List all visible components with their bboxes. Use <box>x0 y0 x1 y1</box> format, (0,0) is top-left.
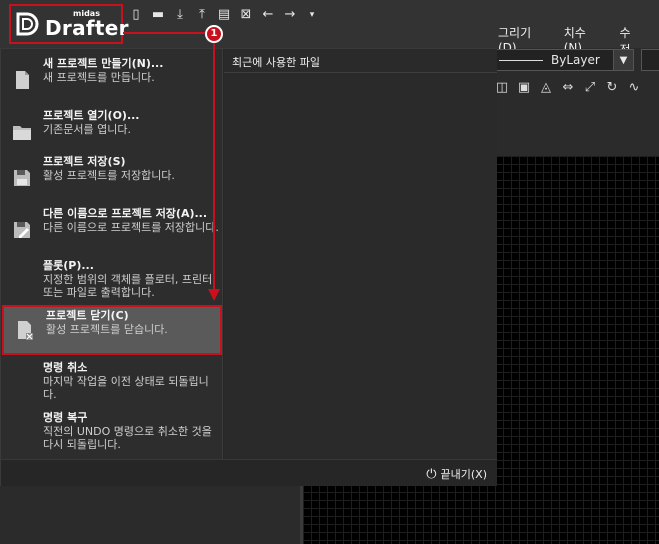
plot-icon <box>1 257 43 305</box>
menu-item-close-project[interactable]: 프로젝트 닫기(C) 활성 프로젝트를 닫습니다. <box>2 305 222 355</box>
annotation-line <box>123 32 214 34</box>
menu-item-new-project[interactable]: 새 프로젝트 만들기(N)... 새 프로젝트를 만듭니다. <box>1 55 222 105</box>
menu-item-undo[interactable]: 명령 취소 마지막 작업을 이전 상태로 되돌립니다. <box>1 359 222 409</box>
menu-item-title: 플롯(P)... <box>43 259 94 272</box>
divider <box>224 72 497 73</box>
open-folder-icon <box>1 107 43 157</box>
linetype-select[interactable]: ByLayer ▼ <box>494 49 634 71</box>
pyramid-icon[interactable]: ◬ <box>538 80 554 96</box>
open-folder-icon[interactable]: ▬ <box>150 7 166 23</box>
export-icon[interactable]: ⤒ <box>194 7 210 23</box>
menu-item-title: 프로젝트 닫기(C) <box>46 309 129 322</box>
rotate-icon[interactable]: ↻ <box>604 80 620 96</box>
menu-item-open-project[interactable]: 프로젝트 열기(O)... 기존문서를 엽니다. <box>1 107 222 157</box>
menu-item-save-as[interactable]: 다른 이름으로 프로젝트 저장(A)... 다른 이름으로 프로젝트를 저장합니… <box>1 205 222 255</box>
close-doc-icon[interactable]: ⊠ <box>238 7 254 23</box>
power-icon: ⏻ <box>426 466 437 482</box>
new-project-icon <box>1 55 43 105</box>
menu-item-title: 새 프로젝트 만들기(N)... <box>43 57 164 70</box>
menu-item-plot[interactable]: 플롯(P)... 지정한 범위의 객체를 플로터, 프린터 또는 파일로 출력합… <box>1 257 222 305</box>
file-menu-panel: 새 프로젝트 만들기(N)... 새 프로젝트를 만듭니다. 프로젝트 열기(O… <box>0 48 497 486</box>
exit-button[interactable]: ⏻ 끝내기(X) <box>426 466 487 482</box>
import-icon[interactable]: ⤓ <box>172 7 188 23</box>
menu-item-redo[interactable]: 명령 복구 직전의 UNDO 명령으로 취소한 것을 다시 되돌립니다. <box>1 409 222 459</box>
undo-icon[interactable]: ← <box>260 7 276 23</box>
close-project-icon <box>4 307 46 353</box>
new-icon[interactable]: ▯ <box>128 7 144 23</box>
menu-item-desc: 기존문서를 엽니다. <box>43 123 131 136</box>
recent-files-pane: 최근에 사용한 파일 <box>224 49 497 459</box>
scale-icon[interactable]: ⤢ <box>582 80 598 96</box>
print-icon[interactable]: ▤ <box>216 7 232 23</box>
linetype-value: ByLayer <box>551 53 600 67</box>
cube-icon[interactable]: ▣ <box>516 80 532 96</box>
lineweight-select[interactable] <box>641 49 659 71</box>
annotation-step-badge: 1 <box>205 25 223 43</box>
menu-item-title: 명령 취소 <box>43 361 88 374</box>
app-logo-button[interactable]: midas Drafter <box>9 4 128 44</box>
menu-item-desc: 새 프로젝트를 만듭니다. <box>43 71 155 84</box>
move-icon[interactable]: ⇔ <box>560 80 576 96</box>
file-menu-footer: ⏻ 끝내기(X) <box>1 459 497 486</box>
menu-item-desc: 직전의 UNDO 명령으로 취소한 것을 다시 되돌립니다. <box>43 425 212 451</box>
menu-item-desc: 마지막 작업을 이전 상태로 되돌립니다. <box>43 375 209 401</box>
file-menu-commands: 새 프로젝트 만들기(N)... 새 프로젝트를 만듭니다. 프로젝트 열기(O… <box>1 49 223 459</box>
menu-item-title: 프로젝트 저장(S) <box>43 155 126 168</box>
linetype-preview <box>499 59 543 61</box>
menu-item-title: 명령 복구 <box>43 411 88 424</box>
annotation-arrow <box>208 289 220 301</box>
save-icon <box>1 153 43 203</box>
redo-icon[interactable]: → <box>282 7 298 23</box>
menu-item-save-project[interactable]: 프로젝트 저장(S) 활성 프로젝트를 저장합니다. <box>1 153 222 203</box>
menu-item-desc: 활성 프로젝트를 저장합니다. <box>43 169 175 182</box>
top-toolbar: midas Drafter ▯ ▬ ⤓ ⤒ ▤ ⊠ ← → ▾ 그리기(D) 치… <box>0 0 659 57</box>
exit-label: 끝내기(X) <box>440 468 487 481</box>
drafter-logo-icon <box>15 11 41 37</box>
curve-icon[interactable]: ∿ <box>626 80 642 96</box>
menu-item-title: 프로젝트 열기(O)... <box>43 109 140 122</box>
menu-item-desc: 다른 이름으로 프로젝트를 저장합니다. <box>43 221 219 234</box>
more-icon[interactable]: ▾ <box>304 7 320 23</box>
chevron-down-icon[interactable]: ▼ <box>613 50 633 70</box>
save-as-icon <box>1 205 43 255</box>
menu-item-desc: 활성 프로젝트를 닫습니다. <box>46 323 168 336</box>
quick-access-toolbar: ▯ ▬ ⤓ ⤒ ▤ ⊠ ← → ▾ <box>128 6 320 24</box>
menu-item-desc: 지정한 범위의 객체를 플로터, 프린터 또는 파일로 출력합니다. <box>43 273 213 299</box>
recent-files-title: 최근에 사용한 파일 <box>232 56 320 69</box>
logo-big-text: Drafter <box>45 16 129 40</box>
annotation-line <box>213 33 215 291</box>
draw-toolbar: ◫ ▣ ◬ ⇔ ⤢ ↻ ∿ <box>494 80 642 96</box>
menu-item-title: 다른 이름으로 프로젝트 저장(A)... <box>43 207 208 220</box>
